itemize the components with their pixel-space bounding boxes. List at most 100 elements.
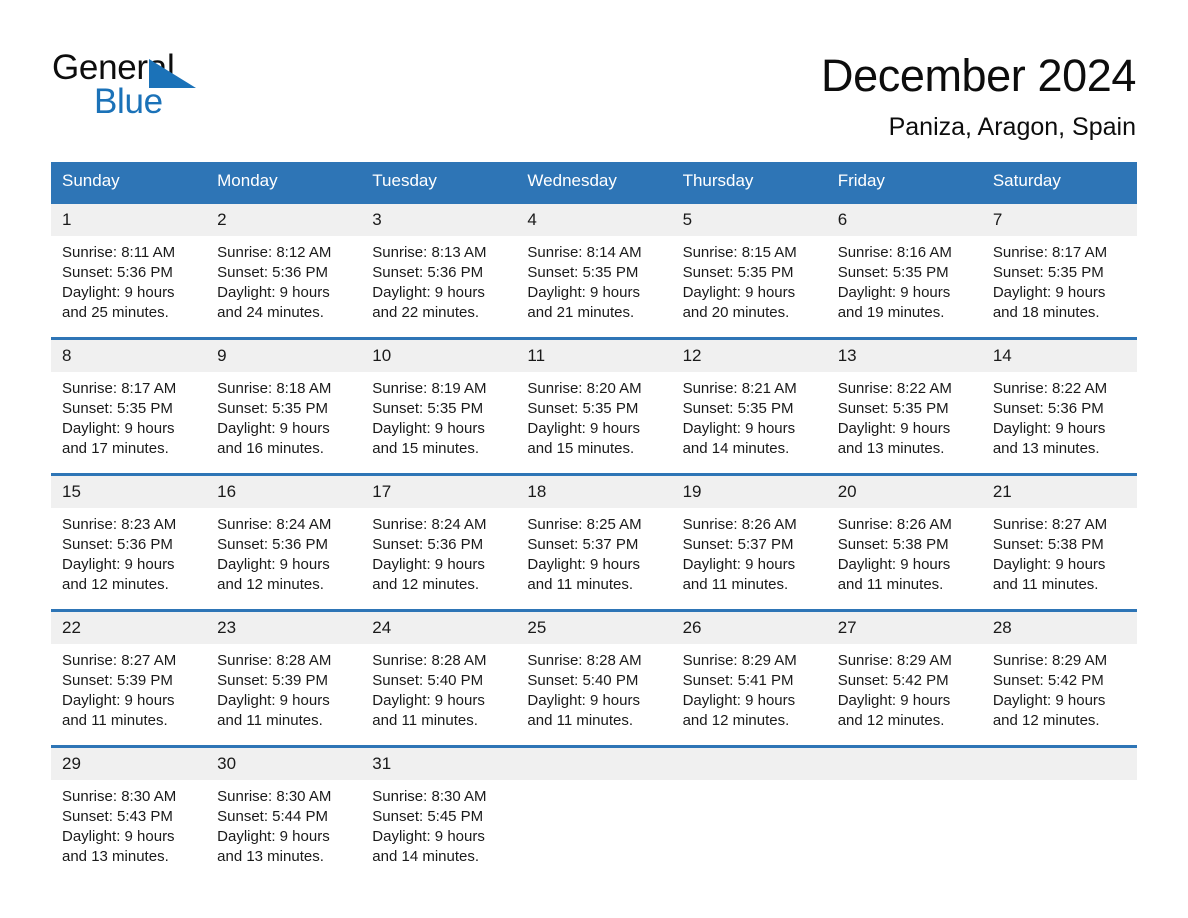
day-details: Sunrise: 8:26 AM Sunset: 5:38 PM Daylight:… xyxy=(827,508,982,595)
weekday-header-monday: Monday xyxy=(217,171,278,190)
daylight-text-line1: Daylight: 9 hours xyxy=(682,284,796,301)
day-cell-10[interactable]: 10 Sunrise: 8:19 AM Sunset: 5:35 PM Dayligh… xyxy=(361,340,517,459)
weekday-header-sunday: Sunday xyxy=(62,171,120,190)
day-details: Sunrise: 8:20 AM Sunset: 5:35 PM Daylight:… xyxy=(516,372,671,459)
sunset-text: Sunset: 5:42 PM xyxy=(992,672,1104,689)
day-cell-19[interactable]: 19 Sunrise: 8:26 AM Sunset: 5:37 PM Dayligh… xyxy=(671,476,827,595)
day-cell-11[interactable]: 11 Sunrise: 8:20 AM Sunset: 5:35 PM Dayligh… xyxy=(516,340,672,459)
day-details: Sunrise: 8:16 AM Sunset: 5:35 PM Daylight:… xyxy=(827,236,982,323)
sunset-text: Sunset: 5:35 PM xyxy=(837,400,949,417)
day-cell-13[interactable]: 13 Sunrise: 8:22 AM Sunset: 5:35 PM Dayligh… xyxy=(826,340,982,459)
week-grid: 1 Sunrise: 8:11 AM Sunset: 5:36 PM Daylight… xyxy=(51,204,1137,323)
day-cell-28[interactable]: 28 Sunrise: 8:29 AM Sunset: 5:42 PM Dayligh… xyxy=(981,612,1137,731)
sunrise-text: Sunrise: 8:26 AM xyxy=(682,516,797,533)
day-cell-25[interactable]: 25 Sunrise: 8:28 AM Sunset: 5:40 PM Dayligh… xyxy=(516,612,672,731)
sunset-text: Sunset: 5:36 PM xyxy=(217,264,329,281)
day-cell-22[interactable]: 22 Sunrise: 8:27 AM Sunset: 5:39 PM Dayligh… xyxy=(51,612,207,731)
sunset-text: Sunset: 5:36 PM xyxy=(372,264,484,281)
day-cell-7[interactable]: 7 Sunrise: 8:17 AM Sunset: 5:35 PM Daylight… xyxy=(981,204,1137,323)
day-cell-12[interactable]: 12 Sunrise: 8:21 AM Sunset: 5:35 PM Dayligh… xyxy=(671,340,827,459)
daylight-text-line2: and 20 minutes. xyxy=(682,304,790,321)
day-number: 21 xyxy=(981,476,1137,508)
day-cell-17[interactable]: 17 Sunrise: 8:24 AM Sunset: 5:36 PM Dayligh… xyxy=(361,476,517,595)
daylight-text-line2: and 21 minutes. xyxy=(527,304,635,321)
week-grid: 22 Sunrise: 8:27 AM Sunset: 5:39 PM Dayligh… xyxy=(51,612,1137,731)
sunrise-text: Sunrise: 8:28 AM xyxy=(372,652,487,669)
daylight-text-line2: and 19 minutes. xyxy=(837,304,945,321)
daylight-text-line2: and 12 minutes. xyxy=(682,712,790,729)
day-cell-3[interactable]: 3 Sunrise: 8:13 AM Sunset: 5:36 PM Daylight… xyxy=(361,204,517,323)
sunrise-text: Sunrise: 8:12 AM xyxy=(217,244,332,261)
sunset-text: Sunset: 5:43 PM xyxy=(62,808,173,825)
sunrise-text: Sunrise: 8:17 AM xyxy=(992,244,1108,261)
day-cell-31[interactable]: 31 Sunrise: 8:30 AM Sunset: 5:45 PM Dayligh… xyxy=(361,748,517,867)
daylight-text-line2: and 12 minutes. xyxy=(837,712,945,729)
day-details: Sunrise: 8:27 AM Sunset: 5:39 PM Daylight:… xyxy=(51,644,206,731)
day-number: 1 xyxy=(51,204,207,236)
day-number: 14 xyxy=(981,340,1137,372)
calendar-week-row: 29 Sunrise: 8:30 AM Sunset: 5:43 PM Dayligh… xyxy=(51,745,1137,867)
weekday-header-tuesday: Tuesday xyxy=(372,171,437,190)
daylight-text-line2: and 12 minutes. xyxy=(372,576,480,593)
day-details: Sunrise: 8:15 AM Sunset: 5:35 PM Daylight:… xyxy=(672,236,827,323)
sunset-text: Sunset: 5:35 PM xyxy=(992,264,1104,281)
calendar-weeks: 1 Sunrise: 8:11 AM Sunset: 5:36 PM Daylight… xyxy=(51,201,1137,867)
week-grid: 8 Sunrise: 8:17 AM Sunset: 5:35 PM Daylight… xyxy=(51,340,1137,459)
day-cell-8[interactable]: 8 Sunrise: 8:17 AM Sunset: 5:35 PM Daylight… xyxy=(51,340,207,459)
daylight-text-line1: Daylight: 9 hours xyxy=(992,692,1106,709)
daylight-text-line1: Daylight: 9 hours xyxy=(992,420,1106,437)
sunset-text: Sunset: 5:42 PM xyxy=(837,672,949,689)
daylight-text-line1: Daylight: 9 hours xyxy=(217,692,330,709)
day-details xyxy=(827,780,982,787)
day-cell-30[interactable]: 30 Sunrise: 8:30 AM Sunset: 5:44 PM Dayligh… xyxy=(206,748,362,867)
daylight-text-line1: Daylight: 9 hours xyxy=(62,692,175,709)
day-number: 17 xyxy=(361,476,517,508)
day-details: Sunrise: 8:29 AM Sunset: 5:42 PM Daylight:… xyxy=(827,644,982,731)
day-cell-27[interactable]: 27 Sunrise: 8:29 AM Sunset: 5:42 PM Dayligh… xyxy=(826,612,982,731)
day-details: Sunrise: 8:17 AM Sunset: 5:35 PM Daylight:… xyxy=(982,236,1137,323)
day-cell-23[interactable]: 23 Sunrise: 8:28 AM Sunset: 5:39 PM Dayligh… xyxy=(206,612,362,731)
daylight-text-line2: and 17 minutes. xyxy=(62,440,169,457)
daylight-text-line2: and 11 minutes. xyxy=(372,712,478,729)
daylight-text-line1: Daylight: 9 hours xyxy=(62,284,175,301)
day-number: 19 xyxy=(671,476,827,508)
sunset-text: Sunset: 5:39 PM xyxy=(62,672,173,689)
day-details: Sunrise: 8:25 AM Sunset: 5:37 PM Daylight:… xyxy=(516,508,671,595)
day-details: Sunrise: 8:18 AM Sunset: 5:35 PM Daylight:… xyxy=(206,372,361,459)
sunrise-text: Sunrise: 8:27 AM xyxy=(62,652,177,669)
sunset-text: Sunset: 5:37 PM xyxy=(682,536,794,553)
day-cell-15[interactable]: 15 Sunrise: 8:23 AM Sunset: 5:36 PM Dayligh… xyxy=(51,476,207,595)
day-number: 28 xyxy=(981,612,1137,644)
day-cell-24[interactable]: 24 Sunrise: 8:28 AM Sunset: 5:40 PM Dayligh… xyxy=(361,612,517,731)
daylight-text-line2: and 12 minutes. xyxy=(62,576,169,593)
day-cell-18[interactable]: 18 Sunrise: 8:25 AM Sunset: 5:37 PM Dayligh… xyxy=(516,476,672,595)
day-number: 27 xyxy=(826,612,982,644)
day-cell-6[interactable]: 6 Sunrise: 8:16 AM Sunset: 5:35 PM Daylight… xyxy=(826,204,982,323)
week-grid: 15 Sunrise: 8:23 AM Sunset: 5:36 PM Dayligh… xyxy=(51,476,1137,595)
day-cell-5[interactable]: 5 Sunrise: 8:15 AM Sunset: 5:35 PM Daylight… xyxy=(671,204,827,323)
day-cell-2[interactable]: 2 Sunrise: 8:12 AM Sunset: 5:36 PM Daylight… xyxy=(206,204,362,323)
sunrise-text: Sunrise: 8:25 AM xyxy=(527,516,642,533)
daylight-text-line2: and 13 minutes. xyxy=(837,440,945,457)
day-cell-26[interactable]: 26 Sunrise: 8:29 AM Sunset: 5:41 PM Dayligh… xyxy=(671,612,827,731)
day-cell-14[interactable]: 14 Sunrise: 8:22 AM Sunset: 5:36 PM Dayligh… xyxy=(981,340,1137,459)
sunrise-text: Sunrise: 8:24 AM xyxy=(217,516,332,533)
daylight-text-line1: Daylight: 9 hours xyxy=(62,420,175,437)
daylight-text-line2: and 16 minutes. xyxy=(217,440,324,457)
day-details xyxy=(982,780,1137,787)
day-number: 22 xyxy=(51,612,207,644)
daylight-text-line1: Daylight: 9 hours xyxy=(992,284,1106,301)
day-cell-20[interactable]: 20 Sunrise: 8:26 AM Sunset: 5:38 PM Dayligh… xyxy=(826,476,982,595)
sunset-text: Sunset: 5:38 PM xyxy=(837,536,949,553)
sunset-text: Sunset: 5:44 PM xyxy=(217,808,329,825)
sunrise-text: Sunrise: 8:30 AM xyxy=(62,788,177,805)
day-cell-29[interactable]: 29 Sunrise: 8:30 AM Sunset: 5:43 PM Dayligh… xyxy=(51,748,207,867)
day-cell-4[interactable]: 4 Sunrise: 8:14 AM Sunset: 5:35 PM Daylight… xyxy=(516,204,672,323)
sunset-text: Sunset: 5:36 PM xyxy=(217,536,329,553)
day-cell-1[interactable]: 1 Sunrise: 8:11 AM Sunset: 5:36 PM Daylight… xyxy=(51,204,207,323)
day-cell-16[interactable]: 16 Sunrise: 8:24 AM Sunset: 5:36 PM Dayligh… xyxy=(206,476,362,595)
day-cell-21[interactable]: 21 Sunrise: 8:27 AM Sunset: 5:38 PM Dayligh… xyxy=(981,476,1137,595)
day-cell-9[interactable]: 9 Sunrise: 8:18 AM Sunset: 5:35 PM Daylight… xyxy=(206,340,362,459)
sunset-text: Sunset: 5:45 PM xyxy=(372,808,484,825)
daylight-text-line1: Daylight: 9 hours xyxy=(682,556,796,573)
